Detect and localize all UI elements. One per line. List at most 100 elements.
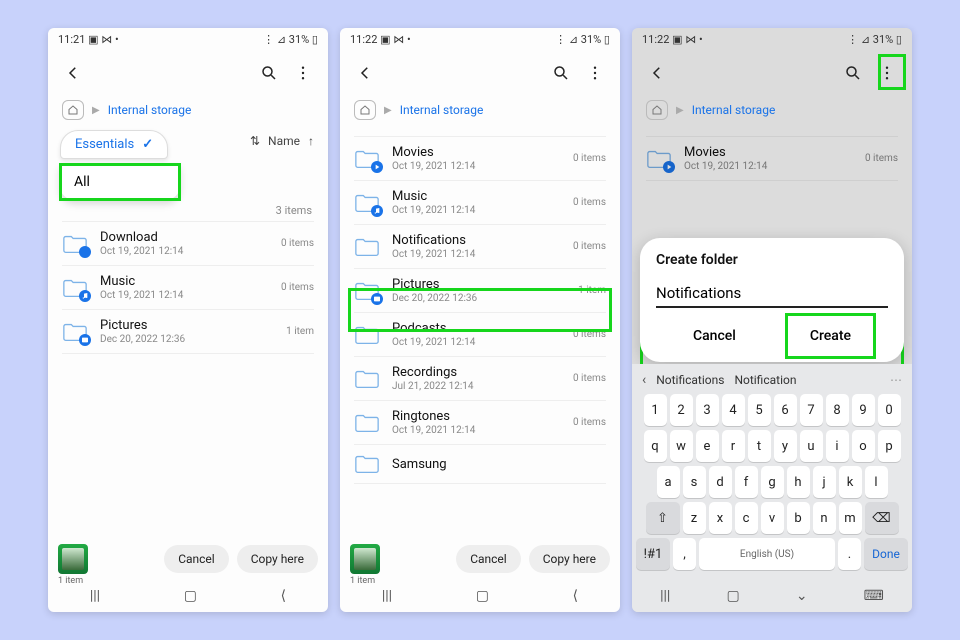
key-t[interactable]: t <box>748 430 771 462</box>
key-h[interactable]: h <box>787 466 810 498</box>
file-row[interactable]: Recordings Jul 21, 2022 12:14 0 items <box>340 357 620 400</box>
key-i[interactable]: i <box>826 430 849 462</box>
key-p[interactable]: p <box>878 430 901 462</box>
key-0[interactable]: 0 <box>878 394 901 426</box>
nav-recents[interactable]: ||| <box>90 588 100 604</box>
breadcrumb-item[interactable]: Internal storage <box>108 103 192 117</box>
key-f[interactable]: f <box>735 466 758 498</box>
key-2[interactable]: 2 <box>670 394 693 426</box>
breadcrumb[interactable]: ▶ Internal storage <box>340 96 620 130</box>
file-row[interactable]: Music Oct 19, 2021 12:14 0 items <box>340 181 620 224</box>
more-icon[interactable] <box>872 58 902 88</box>
more-icon[interactable] <box>580 58 610 88</box>
back-button[interactable] <box>642 58 672 88</box>
breadcrumb[interactable]: ▶ Internal storage <box>48 96 328 130</box>
selection-thumbnail[interactable]: 1 item <box>58 544 88 574</box>
file-row[interactable]: Podcasts Oct 19, 2021 12:14 0 items <box>340 313 620 356</box>
key-done[interactable]: Done <box>864 538 908 570</box>
key-z[interactable]: z <box>683 502 706 534</box>
key-w[interactable]: w <box>670 430 693 462</box>
key-g[interactable]: g <box>761 466 784 498</box>
key-y[interactable]: y <box>774 430 797 462</box>
file-row[interactable]: Pictures Dec 20, 2022 12:36 1 item <box>340 269 620 312</box>
sort-up-icon[interactable]: ↑ <box>308 134 314 148</box>
key-m[interactable]: m <box>839 502 862 534</box>
file-row[interactable]: Download Oct 19, 2021 12:14 0 items <box>48 222 328 265</box>
nav-recents[interactable]: ||| <box>660 588 670 604</box>
key-comma[interactable]: , <box>673 538 696 570</box>
suggestion-back-icon[interactable]: ‹ <box>642 372 646 388</box>
home-icon[interactable] <box>646 100 668 120</box>
folder-name-input[interactable] <box>656 282 888 308</box>
nav-keyboard-hide[interactable]: ⌄ <box>796 588 808 604</box>
file-row[interactable]: Ringtones Oct 19, 2021 12:14 0 items <box>340 401 620 444</box>
key-symbols[interactable]: !#1 <box>636 538 670 570</box>
copy-here-button[interactable]: Copy here <box>529 545 610 573</box>
dialog-cancel-button[interactable]: Cancel <box>675 320 754 352</box>
selection-thumbnail[interactable]: 1 item <box>350 544 380 574</box>
file-row[interactable]: Movies Oct 19, 2021 12:14 0 items <box>340 137 620 180</box>
suggestion-more-icon[interactable]: ⋯ <box>890 373 902 387</box>
key-4[interactable]: 4 <box>722 394 745 426</box>
key-a[interactable]: a <box>657 466 680 498</box>
cancel-button[interactable]: Cancel <box>456 545 521 573</box>
suggestion-1[interactable]: Notifications <box>656 373 724 387</box>
key-⇧[interactable]: ⇧ <box>646 502 680 534</box>
key-s[interactable]: s <box>683 466 706 498</box>
key-⌫[interactable]: ⌫ <box>865 502 899 534</box>
key-v[interactable]: v <box>761 502 784 534</box>
nav-home[interactable]: ▢ <box>184 588 197 604</box>
search-icon[interactable] <box>546 58 576 88</box>
key-period[interactable]: . <box>838 538 861 570</box>
key-b[interactable]: b <box>787 502 810 534</box>
key-d[interactable]: d <box>709 466 732 498</box>
filter-option-all[interactable]: All <box>60 164 180 200</box>
key-x[interactable]: x <box>709 502 732 534</box>
breadcrumb-item[interactable]: Internal storage <box>400 103 484 117</box>
more-icon[interactable] <box>288 58 318 88</box>
nav-back[interactable]: ⟨ <box>573 588 578 604</box>
nav-back[interactable]: ⟨ <box>281 588 286 604</box>
key-u[interactable]: u <box>800 430 823 462</box>
home-icon[interactable] <box>62 100 84 120</box>
file-name: Movies <box>392 145 561 160</box>
suggestion-2[interactable]: Notification <box>734 373 796 387</box>
key-o[interactable]: o <box>852 430 875 462</box>
file-row[interactable]: Music Oct 19, 2021 12:14 0 items <box>48 266 328 309</box>
file-row[interactable]: Samsung <box>340 445 620 483</box>
key-e[interactable]: e <box>696 430 719 462</box>
key-1[interactable]: 1 <box>644 394 667 426</box>
key-5[interactable]: 5 <box>748 394 771 426</box>
file-row[interactable]: Pictures Dec 20, 2022 12:36 1 item <box>48 310 328 353</box>
key-l[interactable]: l <box>865 466 888 498</box>
key-c[interactable]: c <box>735 502 758 534</box>
back-button[interactable] <box>350 58 380 88</box>
home-icon[interactable] <box>354 100 376 120</box>
key-6[interactable]: 6 <box>774 394 797 426</box>
search-icon[interactable] <box>254 58 284 88</box>
nav-keyboard-switch[interactable]: ⌨ <box>864 588 884 604</box>
key-n[interactable]: n <box>813 502 836 534</box>
key-3[interactable]: 3 <box>696 394 719 426</box>
nav-home[interactable]: ▢ <box>726 588 739 604</box>
key-7[interactable]: 7 <box>800 394 823 426</box>
key-q[interactable]: q <box>644 430 667 462</box>
key-8[interactable]: 8 <box>826 394 849 426</box>
filter-chip[interactable]: Essentials ✓ <box>60 130 168 159</box>
dialog-create-button[interactable]: Create <box>792 320 869 352</box>
breadcrumb-item[interactable]: Internal storage <box>692 103 776 117</box>
key-r[interactable]: r <box>722 430 745 462</box>
search-icon[interactable] <box>838 58 868 88</box>
nav-recents[interactable]: ||| <box>382 588 392 604</box>
cancel-button[interactable]: Cancel <box>164 545 229 573</box>
key-k[interactable]: k <box>839 466 862 498</box>
breadcrumb[interactable]: ▶ Internal storage <box>632 96 912 130</box>
nav-home[interactable]: ▢ <box>476 588 489 604</box>
file-row[interactable]: Notifications Oct 19, 2021 12:14 0 items <box>340 225 620 268</box>
copy-here-button[interactable]: Copy here <box>237 545 318 573</box>
key-9[interactable]: 9 <box>852 394 875 426</box>
key-space[interactable]: English (US) <box>699 538 835 570</box>
key-j[interactable]: j <box>813 466 836 498</box>
back-button[interactable] <box>58 58 88 88</box>
file-row[interactable]: Movies Oct 19, 2021 12:14 0 items <box>632 137 912 180</box>
